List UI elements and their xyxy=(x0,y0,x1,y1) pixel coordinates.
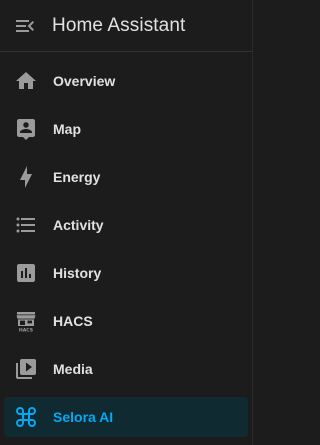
sidebar-item-label: HACS xyxy=(53,313,93,329)
sidebar-item-label: Map xyxy=(53,121,81,137)
sidebar-item-energy[interactable]: Energy xyxy=(4,157,248,197)
map-icon xyxy=(14,117,38,141)
svg-text:HACS: HACS xyxy=(19,328,33,333)
apple-keyboard-command-icon xyxy=(14,405,38,429)
sidebar-item-media[interactable]: Media xyxy=(4,349,248,389)
sidebar-item-hacs[interactable]: HACS HACS xyxy=(4,301,248,341)
home-icon xyxy=(14,69,38,93)
sidebar-item-label: Energy xyxy=(53,169,101,185)
sidebar-item-label: Media xyxy=(53,361,93,377)
sidebar-item-overview[interactable]: Overview xyxy=(4,61,248,101)
sidebar-item-selora-ai[interactable]: Selora AI xyxy=(4,397,248,437)
menu-toggle-button[interactable] xyxy=(13,14,37,38)
sidebar-nav: Overview Map Energy Activity History HAC… xyxy=(0,52,252,437)
sidebar-item-label: History xyxy=(53,265,102,281)
play-box-multiple-icon xyxy=(14,357,38,381)
menu-open-icon xyxy=(13,14,37,38)
hacs-icon: HACS xyxy=(14,309,38,333)
sidebar-item-label: Selora AI xyxy=(53,409,114,425)
sidebar-item-label: Overview xyxy=(53,73,116,89)
sidebar-item-activity[interactable]: Activity xyxy=(4,205,248,245)
sidebar-item-label: Activity xyxy=(53,217,104,233)
app-title: Home Assistant xyxy=(52,14,186,36)
lightning-bolt-icon xyxy=(14,165,38,189)
sidebar: Home Assistant Overview Map Energy Activ… xyxy=(0,0,253,445)
sidebar-item-map[interactable]: Map xyxy=(4,109,248,149)
sidebar-header: Home Assistant xyxy=(0,0,252,52)
sidebar-item-history[interactable]: History xyxy=(4,253,248,293)
format-list-bulleted-icon xyxy=(14,213,38,237)
chart-box-icon xyxy=(14,261,38,285)
